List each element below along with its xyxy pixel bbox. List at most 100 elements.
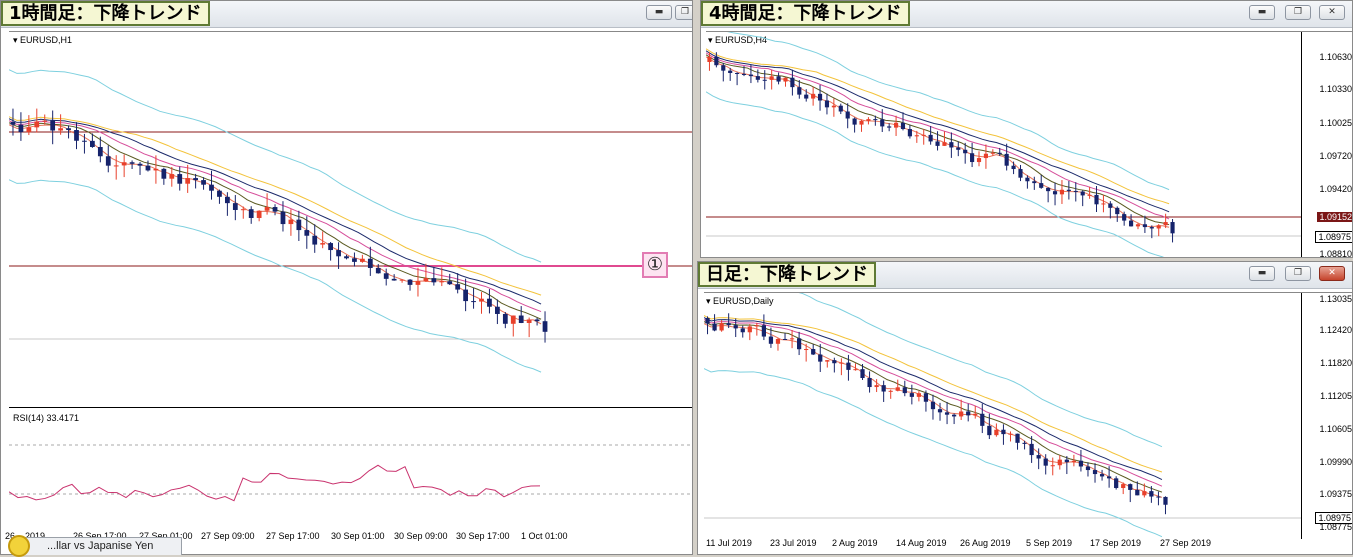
candle-body <box>887 126 892 128</box>
h4-minimize-button[interactable]: ▬ <box>1249 5 1275 20</box>
candle-body <box>225 196 230 204</box>
candle-body <box>304 230 310 236</box>
candle-body <box>997 152 1002 154</box>
h4-close-button[interactable]: ✕ <box>1319 5 1345 20</box>
candle-body <box>74 130 79 141</box>
moving-average-line <box>9 124 542 325</box>
candle-body <box>895 387 900 391</box>
daily-chart-window[interactable]: ▬ ❐ ✕ 日足：下降トレンド ▾ EURUSD,Daily 1.13035 1.… <box>697 261 1353 555</box>
candle-body <box>1094 194 1099 205</box>
daily-close-button[interactable]: ✕ <box>1319 266 1345 281</box>
candle-body <box>137 163 143 166</box>
daily-price-pane[interactable]: ▾ EURUSD,Daily 1.13035 1.12420 1.11820 1.11… <box>704 292 1352 539</box>
daily-time-tick: 26 Aug 2019 <box>960 538 1011 548</box>
daily-price-axis: 1.13035 1.12420 1.11820 1.11205 1.10605 1.099… <box>1301 293 1352 539</box>
candle-body <box>825 360 830 362</box>
candle-body <box>312 235 318 245</box>
candle-body <box>1087 194 1092 196</box>
candle-body <box>502 313 508 324</box>
candle-body <box>344 256 349 259</box>
daily-price-tick: 1.13035 <box>1319 294 1352 304</box>
daily-time-tick: 11 Jul 2019 <box>706 538 752 548</box>
h1-rsi-pane[interactable]: RSI(14) 33.4171 <box>9 407 692 530</box>
candle-body <box>10 122 16 125</box>
candle-body <box>874 385 879 388</box>
candle-body <box>973 413 978 416</box>
candle-body <box>735 72 740 74</box>
candle-body <box>1156 225 1161 229</box>
candle-body <box>714 56 719 66</box>
candle-body <box>845 111 850 119</box>
candle-body <box>296 219 302 231</box>
h1-time-tick: 30 Sep 17:00 <box>456 531 510 541</box>
candle-body <box>755 76 760 80</box>
candle-body <box>367 258 373 268</box>
h1-time-tick: 30 Sep 09:00 <box>394 531 448 541</box>
candle-body <box>990 152 995 154</box>
candle-body <box>970 153 975 163</box>
candle-body <box>1057 459 1062 466</box>
candle-body <box>907 129 912 137</box>
candle-body <box>942 142 947 146</box>
candle-body <box>740 328 745 333</box>
candle-body <box>949 142 954 148</box>
candle-body <box>783 77 788 82</box>
h4-price-pane[interactable]: ▾ EURUSD,H4 1.10630 1.10330 1.10025 1.09720… <box>706 31 1352 257</box>
candle-body <box>1099 474 1105 477</box>
candle-body <box>510 315 516 324</box>
candle-body <box>867 378 872 388</box>
h4-chart-window[interactable]: ▬ ❐ ✕ 4時間足：下降トレンド ▾ EURUSD,H4 1.10630 1.1… <box>700 0 1353 258</box>
candle-body <box>881 385 886 392</box>
candle-body <box>185 178 191 184</box>
candle-body <box>860 369 865 379</box>
candle-body <box>1129 220 1134 227</box>
h4-price-axis: 1.10630 1.10330 1.10025 1.09720 1.09420 1.091… <box>1301 32 1352 257</box>
candle-body <box>542 321 548 332</box>
candle-body <box>963 149 968 154</box>
h4-maximize-button[interactable]: ❐ <box>1285 5 1311 20</box>
candle-body <box>439 281 445 283</box>
h4-price-tick: 1.10330 <box>1319 84 1352 94</box>
candle-body <box>937 409 943 413</box>
candle-body <box>1004 153 1009 166</box>
candle-body <box>944 412 950 415</box>
candle-body <box>902 387 907 394</box>
candle-body <box>1046 187 1051 192</box>
candle-body <box>336 250 341 257</box>
candle-body <box>1128 484 1133 490</box>
h1-maximize-button[interactable]: ❐ <box>675 5 692 20</box>
daily-maximize-button[interactable]: ❐ <box>1285 266 1311 281</box>
candle-body <box>916 393 921 397</box>
candle-body <box>26 127 32 133</box>
h1-time-tick: 27 Sep 17:00 <box>266 531 320 541</box>
candle-body <box>288 219 294 225</box>
candle-body <box>1142 224 1147 228</box>
h1-minimize-button[interactable]: ▬ <box>646 5 672 20</box>
candle-body <box>811 349 816 355</box>
candle-body <box>1071 460 1076 463</box>
chart-tab-label: ...llar vs Japanise Yen <box>47 540 154 552</box>
candle-body <box>824 100 830 108</box>
moving-average-line <box>706 48 1170 205</box>
daily-minimize-button[interactable]: ▬ <box>1249 266 1275 281</box>
h1-price-pane[interactable]: ▾ EURUSD,H1 <box>9 31 692 406</box>
candle-body <box>248 209 254 218</box>
h1-chart-window[interactable]: ▬ ❐ 1時間足：下降トレンド ▾ EURUSD,H1 ① RSI(14) 33… <box>0 0 693 555</box>
candle-body <box>811 93 816 99</box>
candle-body <box>1142 491 1147 496</box>
candle-body <box>518 315 524 323</box>
candle-body <box>838 105 843 112</box>
candle-body <box>983 153 988 159</box>
daily-price-tick: 1.09990 <box>1319 457 1352 467</box>
candle-body <box>526 319 532 323</box>
candle-body <box>463 289 468 302</box>
candle-body <box>769 76 774 80</box>
chart-tab-usdjpy[interactable]: ...llar vs Japanise Yen <box>16 537 182 555</box>
candle-body <box>487 298 492 307</box>
candle-body <box>1135 224 1141 227</box>
candle-body <box>447 281 453 285</box>
candle-body <box>1025 177 1030 182</box>
h1-candles-svg <box>9 69 692 373</box>
candle-body <box>1011 165 1016 170</box>
candle-body <box>328 243 333 251</box>
